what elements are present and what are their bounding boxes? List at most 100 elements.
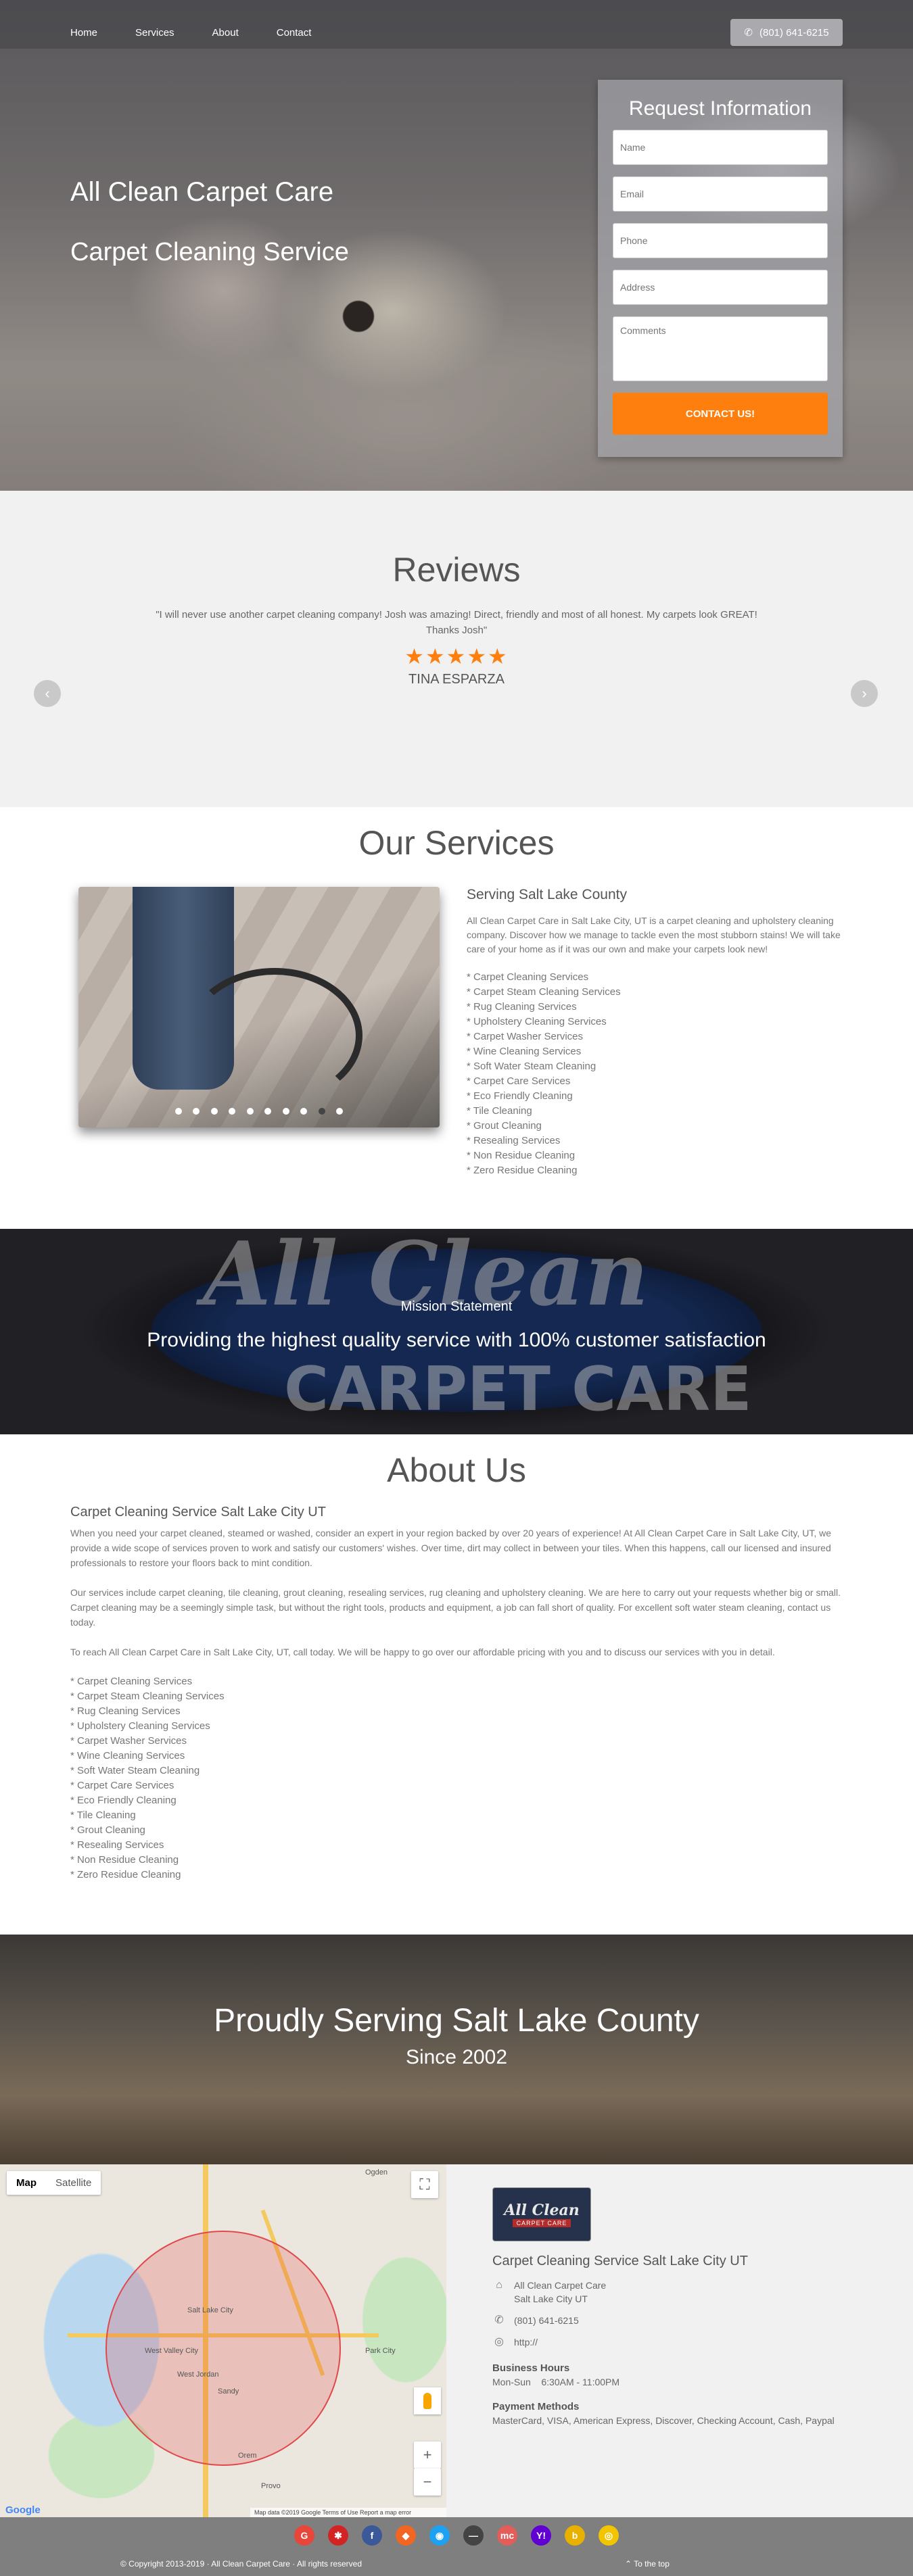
brand-icon[interactable]: ◆ bbox=[396, 2525, 416, 2546]
list-item: * Resealing Services bbox=[70, 1839, 164, 1851]
about-paragraph: To reach All Clean Carpet Care in Salt L… bbox=[70, 1647, 775, 1657]
services-image-slider[interactable] bbox=[78, 887, 440, 1127]
hero-subtitle: Carpet Cleaning Service bbox=[70, 238, 349, 266]
home-icon: ⌂ bbox=[496, 2279, 502, 2291]
slider-dot[interactable] bbox=[336, 1108, 344, 1115]
slider-dot[interactable] bbox=[282, 1108, 289, 1115]
services-title: Our Services bbox=[358, 824, 555, 862]
nav-about[interactable]: About bbox=[212, 27, 239, 39]
list-item: * Carpet Steam Cleaning Services bbox=[467, 986, 621, 998]
comments-field[interactable] bbox=[613, 316, 828, 381]
prev-review-arrow-icon[interactable]: ‹ bbox=[34, 680, 61, 707]
phone-icon: ✆ bbox=[494, 2314, 504, 2326]
slider-dot[interactable] bbox=[229, 1108, 236, 1115]
list-item: * Non Residue Cleaning bbox=[70, 1854, 179, 1866]
list-item: * Carpet Care Services bbox=[467, 1075, 571, 1087]
tab-map[interactable]: Map bbox=[7, 2171, 46, 2195]
mission-label: Mission Statement bbox=[400, 1299, 513, 1314]
address-line: All Clean Carpet Care bbox=[514, 2280, 607, 2291]
local-icon[interactable]: ◎ bbox=[599, 2525, 619, 2546]
site-footer: G ✱ f ◆ ◉ — mc Y! b ◎ © Copyright 2013-2019 · All… bbox=[0, 2517, 913, 2576]
reviews-section: Reviews "I will never use another carpet… bbox=[0, 491, 913, 807]
bing-icon[interactable]: b bbox=[565, 2525, 585, 2546]
slider-dot[interactable] bbox=[300, 1108, 308, 1115]
reviews-title: Reviews bbox=[392, 551, 521, 589]
email-field[interactable] bbox=[613, 176, 828, 212]
list-item: * Grout Cleaning bbox=[70, 1824, 145, 1836]
list-item: * Upholstery Cleaning Services bbox=[70, 1720, 210, 1732]
list-item: * Carpet Washer Services bbox=[70, 1735, 187, 1747]
map-label: Ogden bbox=[365, 2168, 388, 2177]
mission-statement: Providing the highest quality service wi… bbox=[147, 1329, 766, 1351]
list-item: * Carpet Cleaning Services bbox=[467, 971, 589, 983]
business-logo: All Clean CARPET CARE bbox=[492, 2187, 591, 2241]
list-item: * Wine Cleaning Services bbox=[467, 1046, 582, 1057]
top-nav: Home Services About Contact ✆ (801) 641-… bbox=[0, 0, 913, 49]
proudly-serving-title: Proudly Serving Salt Lake County bbox=[214, 2003, 699, 2039]
address-field[interactable] bbox=[613, 270, 828, 305]
map-label: Sandy bbox=[218, 2387, 239, 2396]
map-label: West Jordan bbox=[177, 2371, 219, 2379]
yelp-icon[interactable]: ✱ bbox=[328, 2525, 348, 2546]
street-view-pegman-icon[interactable] bbox=[414, 2387, 441, 2414]
nav-services[interactable]: Services bbox=[135, 27, 174, 39]
social-links: G ✱ f ◆ ◉ — mc Y! b ◎ bbox=[0, 2525, 913, 2546]
service-radius-circle bbox=[106, 2231, 341, 2466]
list-item: * Eco Friendly Cleaning bbox=[467, 1090, 573, 1102]
address-line: Salt Lake City UT bbox=[514, 2293, 588, 2304]
list-item: * Non Residue Cleaning bbox=[467, 1150, 576, 1161]
list-item: * Tile Cleaning bbox=[467, 1105, 532, 1117]
slider-dot[interactable] bbox=[264, 1108, 272, 1115]
mission-section: All Clean CARPET CARE Mission Statement … bbox=[0, 1229, 913, 1434]
slider-dot-active[interactable] bbox=[318, 1108, 325, 1115]
location-section: Salt Lake City West Valley City West Jor… bbox=[0, 2164, 913, 2517]
google-icon[interactable]: G bbox=[294, 2525, 314, 2546]
list-item: * Tile Cleaning bbox=[70, 1809, 136, 1821]
name-field[interactable] bbox=[613, 130, 828, 165]
form-title: Request Information bbox=[628, 97, 812, 120]
services-section: Our Services Serving Salt Lake County Al… bbox=[0, 807, 913, 1229]
list-item: * Soft Water Steam Cleaning bbox=[70, 1765, 200, 1776]
phone-button[interactable]: ✆ (801) 641-6215 bbox=[730, 19, 843, 46]
phone-field[interactable] bbox=[613, 223, 828, 258]
slider-dot[interactable] bbox=[246, 1108, 254, 1115]
to-top-link[interactable]: ⌃ To the top bbox=[625, 2559, 670, 2569]
payment-methods: MasterCard, VISA, American Express, Disc… bbox=[492, 2415, 835, 2426]
list-item: * Soft Water Steam Cleaning bbox=[467, 1061, 596, 1072]
proudly-serving-section: Proudly Serving Salt Lake County Since 2… bbox=[0, 1935, 913, 2164]
about-title: About Us bbox=[387, 1451, 526, 1489]
yahoo-icon[interactable]: Y! bbox=[531, 2525, 551, 2546]
website-link[interactable]: http:// bbox=[514, 2335, 538, 2349]
merchant-circle-icon[interactable]: mc bbox=[497, 2525, 517, 2546]
contact-us-button[interactable]: CONTACT US! bbox=[613, 393, 828, 435]
service-area-map[interactable]: Salt Lake City West Valley City West Jor… bbox=[0, 2164, 446, 2517]
twitter-icon[interactable]: ◉ bbox=[429, 2525, 450, 2546]
phone-row[interactable]: ✆ (801) 641-6215 bbox=[492, 2314, 871, 2327]
tab-satellite[interactable]: Satellite bbox=[46, 2171, 101, 2195]
map-attribution[interactable]: Map data ©2019 Google Terms of Use Repor… bbox=[250, 2508, 446, 2517]
hero-photo bbox=[318, 284, 399, 338]
about-services-list: * Carpet Cleaning Services * Carpet Stea… bbox=[70, 1674, 843, 1882]
slider-dot[interactable] bbox=[210, 1108, 218, 1115]
nav-contact[interactable]: Contact bbox=[277, 27, 312, 39]
review-quote: "I will never use another carpet cleanin… bbox=[156, 609, 757, 636]
reviewer-name: TINA ESPARZA bbox=[408, 672, 505, 687]
list-item: * Rug Cleaning Services bbox=[70, 1705, 181, 1717]
facebook-icon[interactable]: f bbox=[362, 2525, 382, 2546]
list-item: * Eco Friendly Cleaning bbox=[70, 1795, 177, 1806]
nav-home[interactable]: Home bbox=[70, 27, 97, 39]
map-label: Salt Lake City bbox=[187, 2306, 233, 2314]
list-item: * Carpet Steam Cleaning Services bbox=[70, 1691, 225, 1702]
slider-dot[interactable] bbox=[193, 1108, 200, 1115]
star-rating: ★★★★★ bbox=[404, 644, 509, 669]
website-row[interactable]: ◎ http:// bbox=[492, 2335, 871, 2349]
slider-dot[interactable] bbox=[174, 1108, 182, 1115]
social-icon[interactable]: — bbox=[463, 2525, 484, 2546]
zoom-in-button[interactable]: + bbox=[414, 2441, 441, 2469]
to-top-label: To the top bbox=[634, 2559, 670, 2569]
zoom-out-button[interactable]: − bbox=[414, 2469, 441, 2496]
next-review-arrow-icon[interactable]: › bbox=[851, 680, 878, 707]
fullscreen-icon[interactable]: ⛶ bbox=[411, 2171, 438, 2198]
slider-dots bbox=[78, 1106, 440, 1118]
business-phone[interactable]: (801) 641-6215 bbox=[514, 2314, 579, 2327]
